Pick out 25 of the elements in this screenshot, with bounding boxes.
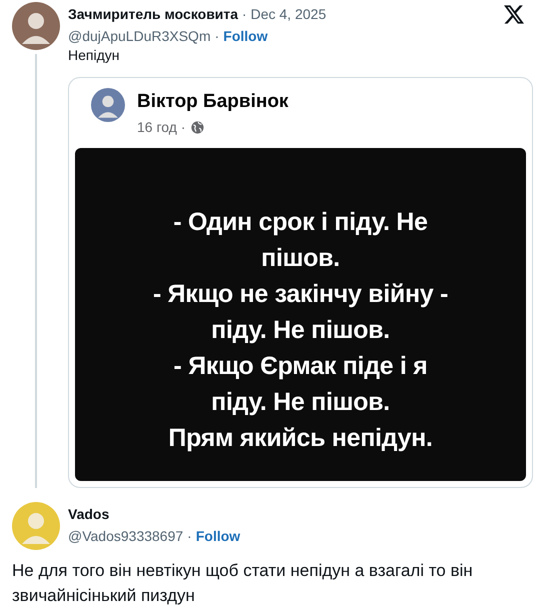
user-handle[interactable]: @dujApuLDuR3XSQm <box>68 28 211 44</box>
post-text-line: піду. Не пішов. <box>211 386 390 418</box>
avatar <box>91 88 125 122</box>
reply-text: Не для того він невтікун щоб стати непідун а взагалі то він звичайнісінький пиздун <box>11 560 474 607</box>
follow-link[interactable]: Follow <box>223 28 268 44</box>
tweet-date[interactable]: · Dec 4, 2025 <box>242 6 326 22</box>
avatar <box>12 502 60 550</box>
post-text-line: піду. Не пішов. <box>211 314 390 346</box>
user-name[interactable]: Зачмиритель московита <box>68 6 238 22</box>
tweet-text: Непідун <box>68 47 120 63</box>
user-handle[interactable]: @Vados93338697 <box>68 528 184 544</box>
globe-icon <box>191 120 204 134</box>
post-time: 16 год · <box>137 119 186 135</box>
post-text-line: Прям якийсь непідун. <box>168 422 433 454</box>
post-text-line: пішов. <box>261 242 340 274</box>
author-name: Віктор Барвінок <box>137 91 288 113</box>
follow-link[interactable]: Follow <box>196 528 240 544</box>
avatar <box>12 2 60 50</box>
post-text-line: - Якщо Єрмак піде і я <box>174 350 428 382</box>
separator-dot: · <box>214 28 220 44</box>
post-text-line: - Якщо не закінчу війну - <box>152 278 448 310</box>
x-logo-icon[interactable] <box>504 5 524 24</box>
user-name[interactable]: Vados <box>68 506 110 522</box>
separator-dot: · <box>187 528 192 544</box>
post-text-line: - Один срок і піду. Не <box>173 206 428 238</box>
